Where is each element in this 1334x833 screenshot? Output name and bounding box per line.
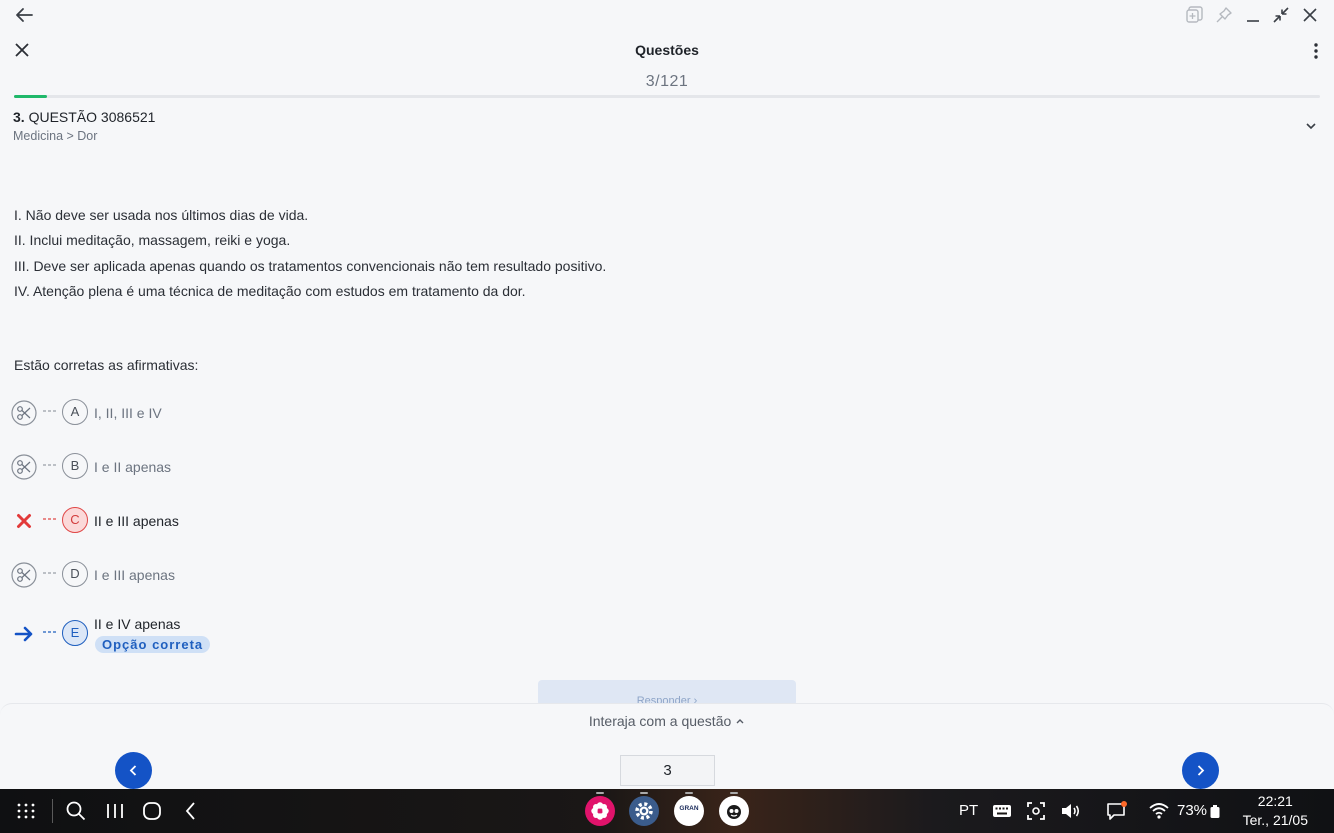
chevron-right-icon	[1197, 765, 1205, 776]
option-text: I, II, III e IV	[94, 405, 162, 421]
battery-percentage: 73%	[1177, 802, 1208, 819]
more-options-icon[interactable]	[1312, 42, 1320, 60]
option-letter: E	[62, 620, 88, 646]
chevron-up-icon	[736, 719, 744, 724]
running-indicator	[640, 792, 648, 794]
screenshot-icon[interactable]	[1025, 800, 1047, 822]
question-prompt: Estão corretas as afirmativas:	[14, 357, 199, 373]
wrong-x-icon	[17, 514, 31, 528]
shrink-icon[interactable]	[1271, 5, 1291, 25]
gran-app-icon[interactable]: GRAN	[674, 792, 704, 826]
close-icon[interactable]	[1300, 5, 1320, 25]
statement-item: IV. Atenção plena é uma técnica de medit…	[14, 282, 526, 299]
connector-dash	[43, 464, 57, 466]
system-taskbar: GRAN PT 73% 22:21 Ter., 21/05	[0, 789, 1334, 833]
option-b[interactable]: B I e II apenas	[11, 452, 611, 484]
back-nav-icon[interactable]	[180, 800, 202, 822]
search-icon[interactable]	[65, 800, 87, 822]
statement-list: I. Não deve ser usada nos últimos dias d…	[14, 205, 606, 306]
option-text: II e III apenas	[94, 513, 179, 529]
option-e[interactable]: E II e IV apenas Opção correta	[11, 616, 611, 661]
window-bar	[0, 0, 1334, 30]
option-letter: D	[62, 561, 88, 587]
option-text: I e III apenas	[94, 567, 175, 583]
page-title: Questões	[635, 42, 699, 58]
question-header: 3. QUESTÃO 3086521 Medicina > Dor	[13, 109, 155, 143]
keyboard-icon[interactable]	[991, 800, 1013, 822]
correct-answer-badge: Opção correta	[95, 636, 211, 653]
chevron-left-icon	[129, 765, 137, 776]
interact-label: Interaja com a questão	[588, 713, 732, 729]
option-text: I e II apenas	[94, 459, 172, 475]
arrow-left-icon[interactable]	[12, 4, 36, 26]
question-code: QUESTÃO 3086521	[28, 109, 156, 125]
settings-app-icon[interactable]	[629, 792, 659, 826]
option-text: II e IV apenas	[94, 616, 181, 632]
minimize-icon[interactable]	[1243, 5, 1263, 25]
connector-dash	[43, 518, 57, 520]
statement-item: I. Não deve ser usada nos últimos dias d…	[14, 207, 309, 223]
gran-logo-text: GRAN	[679, 805, 699, 812]
recent-apps-icon[interactable]	[104, 800, 126, 822]
system-clock[interactable]: 22:21 Ter., 21/05	[1243, 792, 1308, 830]
question-counter: 3/121	[645, 73, 689, 90]
breadcrumb: Medicina > Dor	[13, 129, 98, 143]
connector-dash	[43, 631, 57, 633]
next-question-button[interactable]	[1182, 752, 1219, 789]
volume-icon[interactable]	[1059, 800, 1081, 822]
clock-date: Ter., 21/05	[1242, 812, 1308, 828]
interaction-sheet: Interaja com a questão 3	[0, 703, 1334, 789]
multiwindow-icon[interactable]	[1185, 5, 1205, 25]
app-drawer-icon[interactable]	[15, 800, 37, 822]
question-number: 3.	[13, 109, 25, 125]
interact-toggle[interactable]: Interaja com a questão	[0, 713, 1334, 729]
notification-icon[interactable]	[1105, 800, 1127, 822]
statement-item: II. Inclui meditação, massagem, reiki e …	[14, 232, 291, 249]
option-letter: A	[62, 399, 88, 425]
language-indicator[interactable]: PT	[959, 802, 978, 819]
option-c[interactable]: C II e III apenas	[11, 506, 611, 538]
option-letter: C	[62, 507, 88, 533]
wifi-icon	[1149, 803, 1169, 819]
app-bar: Questões	[0, 34, 1334, 68]
running-indicator	[596, 792, 604, 794]
option-a[interactable]: A I, II, III e IV	[11, 398, 611, 430]
scissors-icon[interactable]	[11, 562, 37, 588]
option-letter: B	[62, 453, 88, 479]
mascot-app-icon[interactable]	[719, 792, 749, 826]
divider	[52, 799, 53, 823]
scissors-icon[interactable]	[11, 400, 37, 426]
progress-bar	[14, 95, 1320, 98]
statement-item: III. Deve ser aplicada apenas quando os …	[14, 257, 607, 274]
gallery-app-icon[interactable]	[585, 792, 615, 826]
pin-icon[interactable]	[1214, 5, 1234, 25]
previous-question-button[interactable]	[115, 752, 152, 789]
arrow-right-icon	[14, 626, 33, 642]
page-number-field[interactable]: 3	[620, 755, 715, 786]
progress-fill	[14, 95, 47, 98]
battery-icon	[1210, 805, 1220, 818]
clock-time: 22:21	[1257, 793, 1293, 809]
option-d[interactable]: D I e III apenas	[11, 560, 611, 592]
running-indicator	[730, 792, 738, 794]
question-title: 3. QUESTÃO 3086521	[13, 109, 155, 125]
chevron-down-icon[interactable]	[1304, 119, 1318, 133]
connector-dash	[43, 410, 57, 412]
running-indicator	[685, 792, 693, 794]
scissors-icon[interactable]	[11, 454, 37, 480]
home-icon[interactable]	[141, 800, 163, 822]
connector-dash	[43, 572, 57, 574]
